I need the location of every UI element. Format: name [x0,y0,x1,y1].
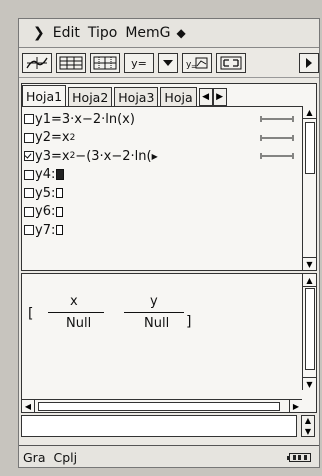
overflow-arrow-icon: ▶ [151,151,158,161]
equation-checkbox[interactable] [24,225,34,236]
graph-button[interactable] [22,53,52,73]
equation-label: y3= [35,148,62,164]
scroll-thumb[interactable] [305,122,315,174]
diamond-icon[interactable]: ◆ [175,26,186,40]
equation-expression: x [61,148,70,164]
grid-button[interactable] [90,53,120,73]
menu-memg[interactable]: MemG [121,25,174,41]
equation-label: y4: [35,167,56,183]
equation-checkbox[interactable] [24,169,34,180]
equation-row-y6[interactable]: y6: [24,203,298,222]
toolbar-next-button[interactable] [299,53,319,73]
equation-label: y6: [35,204,56,220]
equation-label: y5: [35,185,56,201]
empty-placeholder [56,206,64,217]
left-triangle-icon[interactable]: ◀ [22,400,35,412]
right-arrow-icon [306,58,312,68]
equation-row-y3[interactable]: y3= x 2 −(3·x−2·ln(▶ [24,147,298,166]
graph-type-icon: y = [186,57,208,70]
table-panel: [ x Null y Null ] ▲ ▼ ◀ ▶ [21,273,317,413]
column-header-x: x [70,294,78,309]
fraction-rule [48,312,104,313]
down-triangle-icon[interactable]: ▼ [305,427,311,436]
entry-line[interactable] [21,415,297,437]
left-triangle-icon: ◀ [202,92,210,102]
calculator-screen: ❯ Edit Tipo MemG ◆ y= y = Hoja1 Hoja2 Ho… [18,18,320,468]
tab-scroll-left-button[interactable]: ◀ [198,88,213,106]
resize-button[interactable] [216,53,246,73]
right-triangle-icon: ▶ [216,92,224,102]
equation-row-y7[interactable]: y7: [24,221,298,240]
equation-row-y2[interactable]: y2= x2 [24,129,298,148]
tab-hoja2[interactable]: Hoja2 [68,87,113,106]
equation-label: y2= [35,130,62,146]
menu-edit[interactable]: Edit [49,25,84,41]
up-triangle-icon[interactable]: ▲ [305,416,311,425]
down-chevron-icon[interactable]: ❯ [19,25,49,41]
equation-checkbox[interactable] [24,206,34,217]
graph-type-button[interactable]: y = [182,53,212,73]
y-equals-label: y= [131,56,147,70]
equation-expression: x [61,130,70,146]
table-vertical-scrollbar[interactable]: ▲ ▼ [302,274,316,390]
equation-expression: 3·x−2·ln(x) [61,111,135,127]
entry-scroll-button[interactable]: ▲ ▼ [301,415,315,437]
column-header-y: y [150,294,158,309]
equation-row-y4[interactable]: y4: [24,166,298,185]
empty-placeholder [56,188,64,199]
menu-tipo[interactable]: Tipo [84,25,121,41]
dropdown-arrow-icon [163,60,173,66]
grid-icon [93,56,117,70]
line-style-icon[interactable] [260,151,294,161]
battery-icon [287,452,311,462]
sheet-tabs: Hoja1 Hoja2 Hoja3 Hoja ◀ ▶ [22,84,316,107]
equation-row-y1[interactable]: y1= 3·x−2·ln(x) [24,110,298,129]
fraction-rule [124,312,184,313]
text-cursor [56,169,65,181]
tab-hoja1[interactable]: Hoja1 [22,85,67,106]
toolbar: y= y = [19,49,319,78]
equation-expression-tail: −(3·x−2·ln( [75,148,152,164]
table-horizontal-scrollbar[interactable]: ◀ ▶ [22,399,302,412]
close-bracket: ] [186,314,192,330]
equation-checkbox[interactable] [24,132,34,143]
table-icon [59,56,83,70]
y-equals-button[interactable]: y= [124,53,154,73]
scroll-thumb[interactable] [305,288,315,370]
status-complex: Cplj [53,449,78,465]
editor-scrollbar[interactable]: ▲ ▼ [302,106,316,270]
exponent: 2 [69,132,76,143]
graph-icon [26,57,48,69]
equation-label: y1= [35,111,62,127]
cell-x-value: Null [66,316,92,331]
calculator-device: ❯ Edit Tipo MemG ◆ y= y = Hoja1 Hoja2 Ho… [0,0,322,476]
line-style-icon[interactable] [260,114,294,124]
cell-y-value: Null [144,316,170,331]
tab-hoja4[interactable]: Hoja [160,87,197,106]
equation-label: y7: [35,222,56,238]
up-triangle-icon[interactable]: ▲ [303,106,316,119]
scroll-thumb[interactable] [38,402,280,411]
down-triangle-icon[interactable]: ▼ [303,377,316,390]
status-mode: Gra [23,449,46,465]
status-bar: Gra Cplj [19,445,319,467]
empty-placeholder [56,225,64,236]
tab-hoja3[interactable]: Hoja3 [114,87,159,106]
up-triangle-icon[interactable]: ▲ [303,274,316,287]
equation-checkbox[interactable] [24,114,34,125]
open-bracket: [ [28,306,34,322]
equation-list: y1= 3·x−2·ln(x) y2= x2 y3= x 2 −(3·x−2·l… [24,110,298,268]
equation-row-y5[interactable]: y5: [24,184,298,203]
down-triangle-icon[interactable]: ▼ [303,257,316,270]
line-style-icon[interactable] [260,133,294,143]
tab-scroll-right-button[interactable]: ▶ [212,88,227,106]
dropdown-button[interactable] [158,53,178,73]
equation-checkbox[interactable] [24,188,34,199]
resize-icon [220,56,242,70]
right-triangle-icon[interactable]: ▶ [289,400,302,412]
table-button[interactable] [56,53,86,73]
equation-checkbox-checked[interactable] [24,151,34,162]
graph-editor: Hoja1 Hoja2 Hoja3 Hoja ◀ ▶ y1= 3·x−2·ln(… [21,83,317,271]
menu-bar: ❯ Edit Tipo MemG ◆ [19,19,319,48]
